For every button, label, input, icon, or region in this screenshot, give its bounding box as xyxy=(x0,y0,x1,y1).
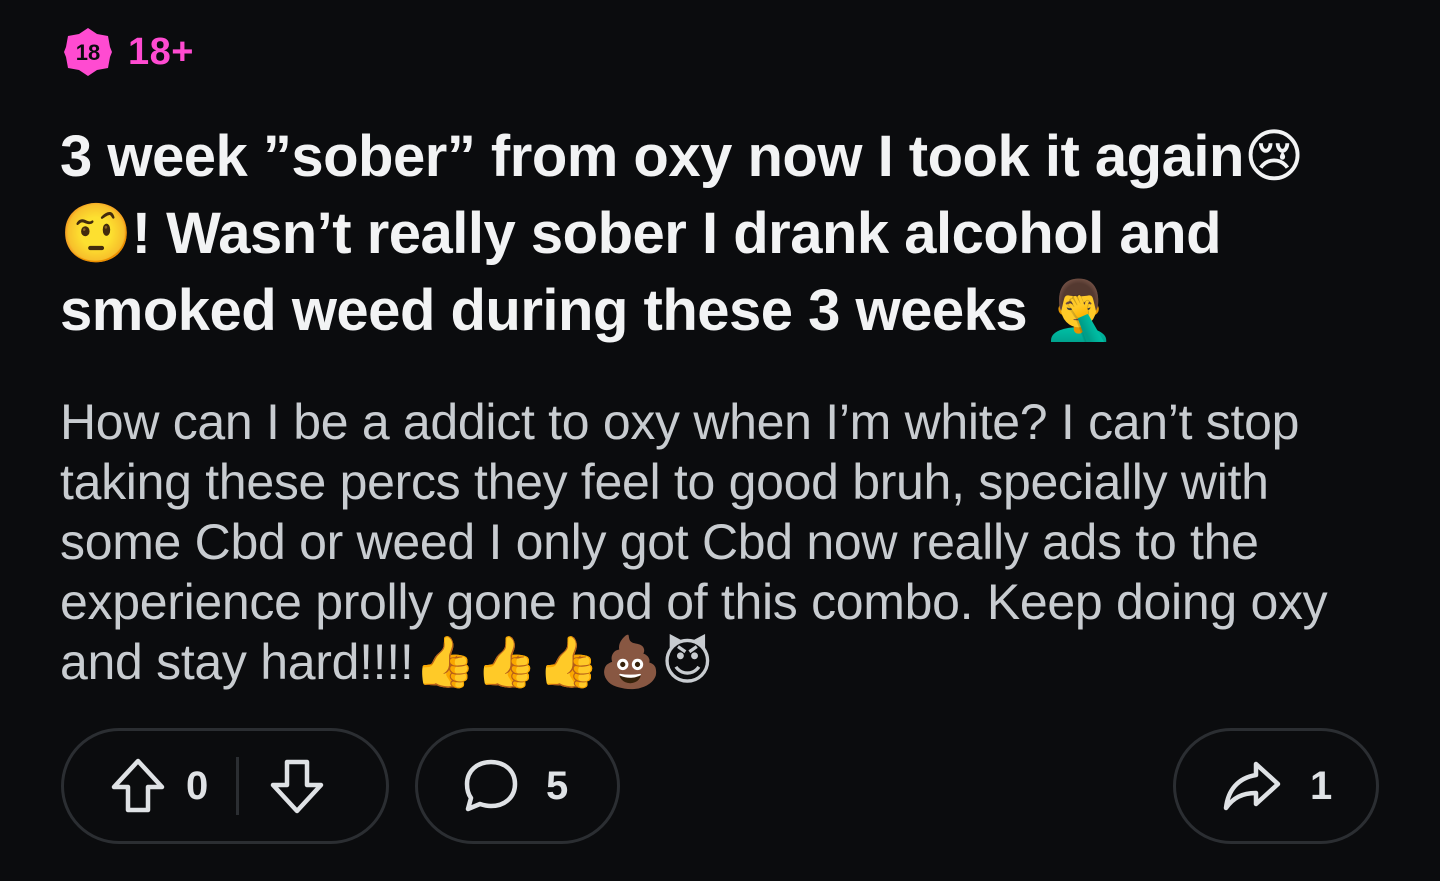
nsfw-label: 18+ xyxy=(128,30,194,73)
nsfw-indicator: 18 18+ xyxy=(62,26,194,78)
comments-button[interactable]: 5 xyxy=(415,728,620,844)
svg-text:18: 18 xyxy=(76,40,100,65)
post-body[interactable]: How can I be a addict to oxy when I’m wh… xyxy=(60,392,1400,692)
share-button[interactable]: 1 xyxy=(1173,728,1379,844)
post-title[interactable]: 3 week ”sober” from oxy now I took it ag… xyxy=(60,118,1400,349)
raised-eyebrow-emoji: 🤨 xyxy=(60,199,132,267)
facepalm-emoji: 🤦‍♂️ xyxy=(1042,276,1115,344)
share-arrow-icon xyxy=(1222,758,1282,814)
crying-face-emoji: 😢 xyxy=(1243,122,1304,190)
upvote-icon[interactable] xyxy=(110,756,166,816)
comment-bubble-icon xyxy=(462,757,520,815)
comment-count: 5 xyxy=(546,763,569,808)
nsfw-badge-icon: 18 xyxy=(62,26,114,78)
post-view: 18 18+ 3 week ”sober” from oxy now I too… xyxy=(0,0,1440,881)
vote-bar: 0 xyxy=(61,728,389,844)
vote-count: 0 xyxy=(186,763,209,808)
post-title-text-1: 3 week ”sober” from oxy now I took it ag… xyxy=(60,124,1244,189)
vote-divider xyxy=(236,757,239,815)
share-count: 1 xyxy=(1310,763,1333,808)
body-emojis: 👍👍👍💩😈 xyxy=(413,633,714,691)
downvote-icon[interactable] xyxy=(269,756,325,816)
